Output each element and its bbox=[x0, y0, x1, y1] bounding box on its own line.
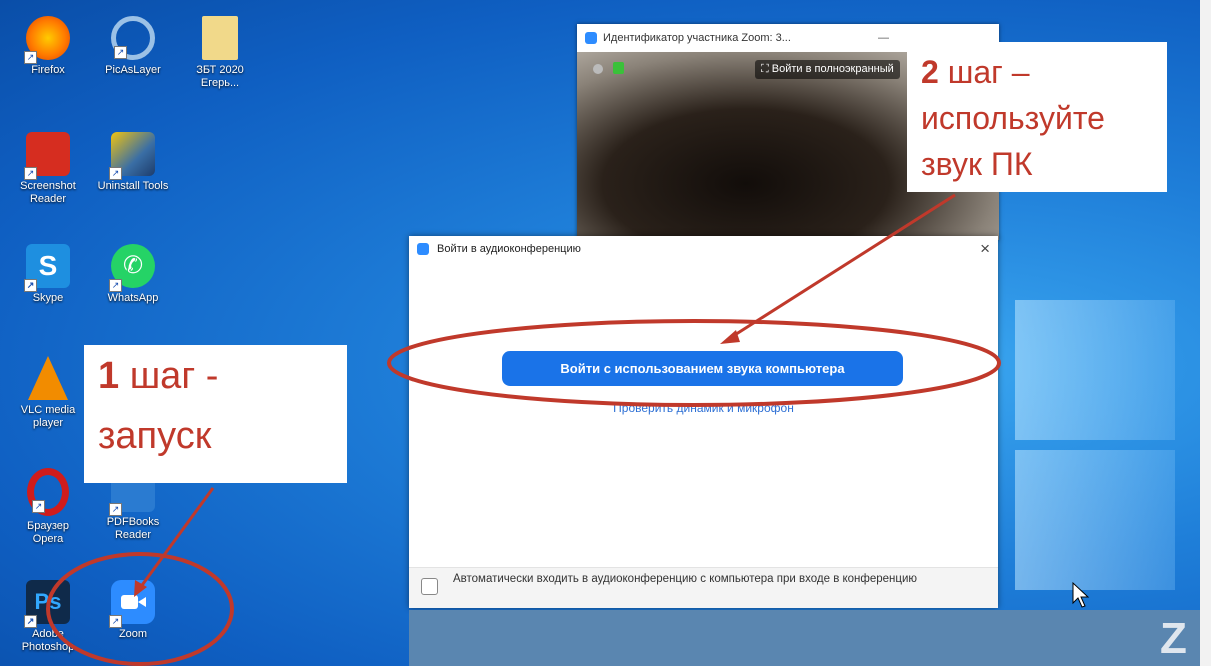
taskbar-band bbox=[409, 610, 1200, 666]
desktop-icon-label: VLC media player bbox=[20, 404, 76, 429]
desktop-icon-picaslayer[interactable]: ↗ PicAsLayer bbox=[93, 16, 173, 77]
firefox-icon: ↗ bbox=[24, 16, 70, 64]
fullscreen-icon: ⛶ bbox=[761, 63, 772, 75]
shortcut-arrow-icon: ↗ bbox=[24, 51, 37, 64]
shortcut-arrow-icon: ↗ bbox=[32, 500, 45, 513]
screenshot-reader-icon: ↗ bbox=[24, 132, 70, 180]
skype-icon: S ↗ bbox=[24, 244, 70, 292]
desktop-icon-firefox[interactable]: ↗ Firefox bbox=[8, 16, 88, 77]
join-audio-dialog[interactable]: Войти в аудиоконференцию × Войти с испол… bbox=[409, 236, 998, 608]
uninstall-tools-icon: ↗ bbox=[109, 132, 155, 180]
close-icon[interactable]: × bbox=[980, 239, 990, 259]
desktop-icon-zoom[interactable]: ↗ Zoom bbox=[93, 580, 173, 641]
minimize-icon[interactable]: — bbox=[878, 32, 889, 44]
zoom-camera-lens bbox=[138, 597, 146, 607]
desktop-icon-folder[interactable]: ЗБТ 2020 Егерь... bbox=[180, 16, 260, 90]
zoom-logo-icon bbox=[417, 243, 429, 255]
shortcut-arrow-icon: ↗ bbox=[24, 279, 37, 292]
step2-line2: используйте bbox=[921, 100, 1105, 136]
step2-text: шаг – bbox=[938, 54, 1030, 90]
shortcut-arrow-icon: ↗ bbox=[24, 167, 37, 180]
shortcut-arrow-icon: ↗ bbox=[114, 46, 127, 59]
corner-watermark-icon: Z bbox=[1160, 614, 1187, 663]
fullscreen-button[interactable]: ⛶ Войти в полноэкранный bbox=[755, 60, 900, 79]
photoshop-icon: Ps ↗ bbox=[24, 580, 70, 628]
shortcut-arrow-icon: ↗ bbox=[109, 167, 122, 180]
shortcut-arrow-icon: ↗ bbox=[24, 615, 37, 628]
step1-line1: 1 шаг - bbox=[98, 355, 218, 398]
dialog-title: Войти в аудиоконференцию bbox=[437, 243, 581, 255]
desktop-icon-whatsapp[interactable]: ✆ ↗ WhatsApp bbox=[93, 244, 173, 305]
annotation-step2: 2 шаг – используйте звук ПК bbox=[907, 42, 1167, 192]
shortcut-arrow-icon: ↗ bbox=[109, 279, 122, 292]
step2-line1: 2 шаг – bbox=[921, 54, 1030, 90]
desktop-icon-label: Skype bbox=[32, 292, 64, 304]
opera-icon: ↗ bbox=[27, 468, 69, 516]
step2-number: 2 bbox=[921, 54, 939, 90]
zoom-camera-shape bbox=[121, 595, 138, 609]
wallpaper-light-pane bbox=[1015, 300, 1175, 440]
desktop-icon-label: Firefox bbox=[31, 64, 65, 76]
picaslayer-icon: ↗ bbox=[111, 16, 155, 60]
step1-number: 1 bbox=[98, 355, 120, 397]
lock-icon[interactable] bbox=[613, 62, 624, 74]
desktop-icon-label: PicAsLayer bbox=[105, 64, 161, 76]
step1-text: шаг - bbox=[119, 355, 219, 397]
desktop-icon-label: WhatsApp bbox=[107, 292, 159, 304]
annotation-step1: 1 шаг - запуск bbox=[84, 345, 347, 483]
wallpaper-light-pane bbox=[1015, 450, 1175, 590]
test-speaker-mic-link[interactable]: Проверить динамик и микрофон bbox=[409, 401, 998, 415]
desktop-icon-label: Браузер Opera bbox=[27, 520, 69, 545]
dialog-titlebar: Войти в аудиоконференцию × bbox=[409, 236, 998, 262]
desktop-icon-screenshot-reader[interactable]: ↗ Screenshot Reader bbox=[8, 132, 88, 206]
folder-icon bbox=[202, 16, 238, 60]
desktop-icon-label: PDFBooks Reader bbox=[106, 516, 160, 541]
join-computer-audio-button[interactable]: Войти с использованием звука компьютера bbox=[502, 351, 903, 386]
auto-join-row: Автоматически входить в аудиоконференцию… bbox=[409, 567, 998, 608]
whatsapp-icon: ✆ ↗ bbox=[109, 244, 155, 292]
desktop-icon-label: Screenshot Reader bbox=[20, 180, 76, 205]
desktop-icon-uninstall-tools[interactable]: ↗ Uninstall Tools bbox=[93, 132, 173, 193]
zoom-icon: ↗ bbox=[109, 580, 155, 628]
auto-join-label: Автоматически входить в аудиоконференцию… bbox=[453, 573, 918, 585]
auto-join-checkbox[interactable] bbox=[421, 578, 438, 595]
meeting-window-title: Идентификатор участника Zoom: 3... bbox=[603, 32, 791, 44]
desktop-icon-label: ЗБТ 2020 Егерь... bbox=[196, 64, 244, 89]
desktop-icon-skype[interactable]: S ↗ Skype bbox=[8, 244, 88, 305]
desktop-icon-label: Uninstall Tools bbox=[97, 180, 169, 192]
desktop-icon-vlc[interactable]: VLC media player bbox=[8, 356, 88, 430]
shortcut-arrow-icon: ↗ bbox=[109, 503, 122, 516]
info-icon[interactable] bbox=[593, 64, 603, 74]
desktop-icon-label: Zoom bbox=[118, 628, 148, 640]
right-edge bbox=[1200, 0, 1211, 666]
desktop-icon-label: Adobe Photoshop bbox=[21, 628, 75, 653]
shortcut-arrow-icon: ↗ bbox=[109, 615, 122, 628]
fullscreen-label: Войти в полноэкранный bbox=[771, 63, 894, 75]
vlc-icon bbox=[28, 356, 68, 400]
step1-line2: запуск bbox=[98, 415, 212, 457]
desktop-icon-photoshop[interactable]: Ps ↗ Adobe Photoshop bbox=[8, 580, 88, 654]
desktop-icon-opera[interactable]: ↗ Браузер Opera bbox=[8, 468, 88, 546]
step2-line3: звук ПК bbox=[921, 146, 1033, 182]
zoom-logo-icon bbox=[585, 32, 597, 44]
